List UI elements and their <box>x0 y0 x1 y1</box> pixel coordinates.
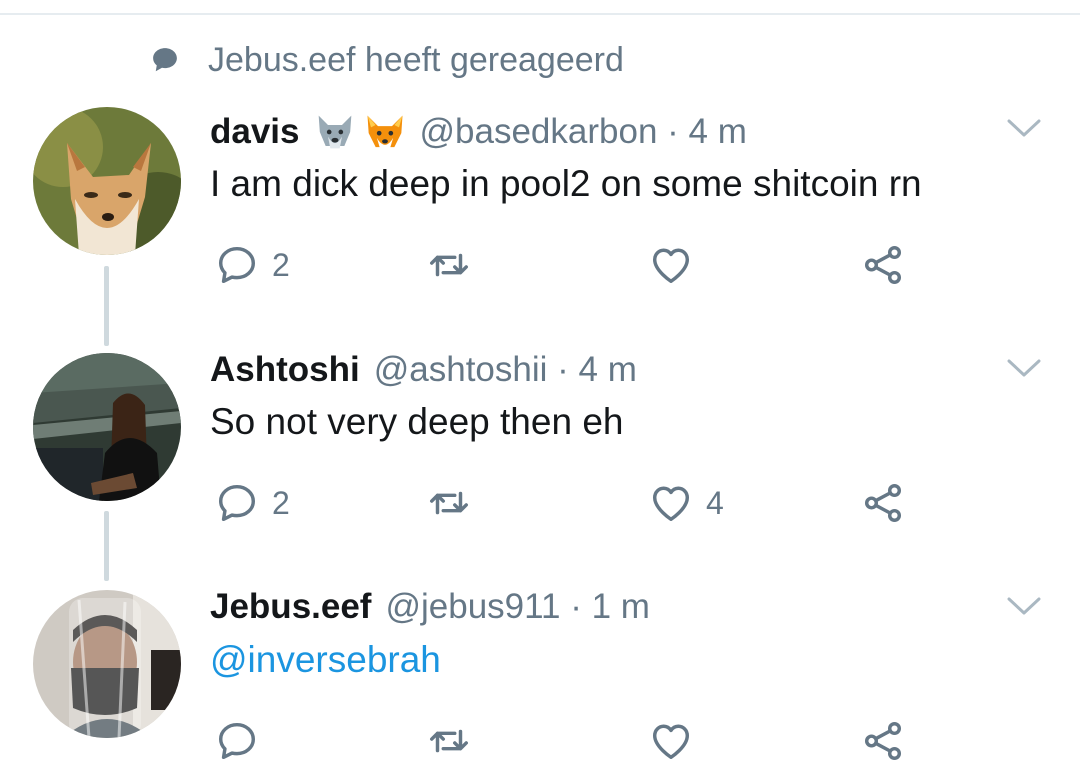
wolf-emoji-icon <box>318 115 351 149</box>
like-count: 4 <box>706 484 724 521</box>
tweet-header: davis @basedkarbon · 4 m <box>210 109 747 155</box>
reply-button[interactable]: 2 <box>214 240 290 290</box>
heart-icon <box>652 724 690 760</box>
retweet-button[interactable] <box>426 716 484 766</box>
tweet-actions <box>214 716 934 766</box>
display-name[interactable]: Jebus.eef <box>210 587 371 627</box>
thread-line <box>104 266 109 346</box>
heart-icon <box>652 248 690 284</box>
reply-icon <box>218 246 256 284</box>
avatar-jebus[interactable] <box>33 590 181 738</box>
reply-count: 2 <box>272 246 290 283</box>
retweet-icon <box>430 253 468 277</box>
heart-icon <box>652 486 690 522</box>
reply-button[interactable]: 2 <box>214 478 290 528</box>
like-button[interactable]: 4 <box>648 478 724 528</box>
retweet-icon <box>430 491 468 515</box>
retweet-icon <box>430 729 468 753</box>
share-icon <box>864 484 902 522</box>
tweet-header: Jebus.eef @jebus911 · 1 m <box>210 584 650 630</box>
avatar-ashtoshi[interactable] <box>33 353 181 501</box>
avatar-davis[interactable] <box>33 107 181 255</box>
tweet-text: So not very deep then eh <box>210 401 624 442</box>
share-button[interactable] <box>860 478 906 528</box>
speech-bubble-icon <box>153 48 177 72</box>
retweet-button[interactable] <box>426 478 484 528</box>
reply-context[interactable]: Jebus.eef heeft gereageerd <box>150 38 624 82</box>
mention-link[interactable]: @inversebrah <box>210 639 441 681</box>
display-name[interactable]: Ashtoshi <box>210 350 360 390</box>
handle-time[interactable]: @ashtoshii · 4 m <box>374 350 637 390</box>
handle-time[interactable]: @jebus911 · 1 m <box>385 587 649 627</box>
share-button[interactable] <box>860 716 906 766</box>
reply-button[interactable] <box>214 716 272 766</box>
reply-icon <box>218 722 256 760</box>
share-button[interactable] <box>860 240 906 290</box>
like-button[interactable] <box>648 240 706 290</box>
tweet-header: Ashtoshi @ashtoshii · 4 m <box>210 347 637 393</box>
reply-count: 2 <box>272 484 290 521</box>
thread-line <box>104 511 109 581</box>
chevron-down-icon[interactable] <box>1006 596 1042 618</box>
tweet-text: I am dick deep in pool2 on some shitcoin… <box>210 163 922 204</box>
top-divider <box>0 13 1080 15</box>
retweet-button[interactable] <box>426 240 484 290</box>
share-icon <box>864 246 902 284</box>
reply-icon <box>218 484 256 522</box>
handle-time[interactable]: @basedkarbon · 4 m <box>420 112 747 152</box>
share-icon <box>864 722 902 760</box>
reply-context-text: Jebus.eef heeft gereageerd <box>208 40 624 79</box>
tweet-actions: 2 4 <box>214 478 934 528</box>
chevron-down-icon[interactable] <box>1006 118 1042 140</box>
tweet-actions: 2 <box>214 240 934 290</box>
display-name[interactable]: davis <box>210 112 300 152</box>
like-button[interactable] <box>648 716 706 766</box>
fox-emoji-icon <box>367 115 402 150</box>
chevron-down-icon[interactable] <box>1006 358 1042 380</box>
